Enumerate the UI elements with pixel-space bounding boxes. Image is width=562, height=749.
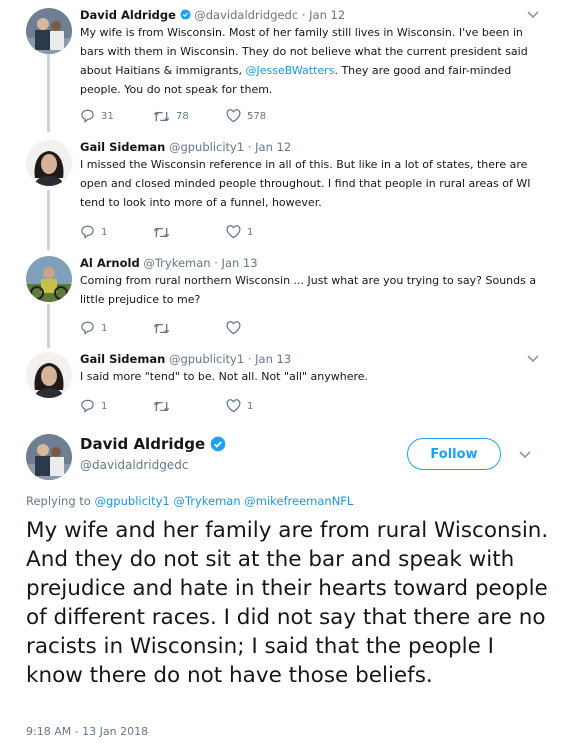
author-name[interactable]: David Aldridge: [80, 8, 176, 22]
author-name[interactable]: Al Arnold: [80, 256, 140, 270]
avatar[interactable]: [26, 434, 72, 480]
author-handle[interactable]: @gpublicity1: [169, 140, 244, 154]
reply-button[interactable]: 1: [80, 320, 107, 336]
reply-button[interactable]: 1: [80, 224, 107, 240]
tweet-date[interactable]: Jan 12: [255, 140, 291, 154]
like-button[interactable]: 578: [226, 108, 266, 124]
like-count: 1: [247, 400, 254, 412]
retweet-button[interactable]: [153, 224, 176, 240]
author-handle[interactable]: @Trykeman: [143, 256, 210, 270]
replying-to: Replying to @gpublicity1 @Trykeman @mike…: [26, 494, 354, 508]
retweet-count: 78: [176, 110, 189, 122]
tweet-header: Al Arnold @Trykeman · Jan 13: [80, 256, 258, 270]
author-handle[interactable]: @davidaldridgedc: [80, 458, 188, 472]
tweet-text: I said more "tend" to be. Not all. Not "…: [80, 370, 369, 383]
like-button[interactable]: 1: [226, 224, 253, 240]
reply-icon: [81, 399, 94, 413]
retweet-button[interactable]: [153, 398, 176, 414]
reply-button[interactable]: 31: [80, 108, 114, 124]
chevron-down-icon[interactable]: [526, 354, 540, 364]
author-name[interactable]: Gail Sideman: [80, 352, 165, 366]
chevron-down-icon[interactable]: [518, 450, 532, 460]
tweet-date[interactable]: Jan 12: [309, 8, 345, 22]
avatar[interactable]: [26, 8, 72, 54]
tweet-date[interactable]: Jan 13: [255, 352, 291, 366]
tweet-text: My wife is from Wisconsin. Most of her f…: [80, 26, 528, 96]
verified-badge-icon: [180, 9, 191, 20]
author-handle[interactable]: @gpublicity1: [169, 352, 244, 366]
author-handle[interactable]: @davidaldridgedc: [194, 8, 298, 22]
like-button[interactable]: [226, 320, 247, 336]
tweet-header: Gail Sideman @gpublicity1 · Jan 13: [80, 352, 292, 366]
tweet-header: Gail Sideman @gpublicity1 · Jan 12: [80, 140, 292, 154]
heart-icon: [226, 321, 241, 335]
main-tweet-text: My wife and her family are from rural Wi…: [26, 518, 549, 688]
avatar[interactable]: [26, 140, 72, 186]
retweet-button[interactable]: [153, 320, 176, 336]
reply-button[interactable]: 1: [80, 398, 107, 414]
reply-count: 1: [101, 226, 108, 238]
reply-icon: [81, 321, 94, 335]
author-name-row[interactable]: David Aldridge: [80, 435, 226, 453]
retweet-icon: [153, 227, 170, 237]
retweet-icon: [153, 111, 170, 121]
retweet-icon: [153, 323, 170, 333]
reply-icon: [81, 225, 94, 239]
retweet-icon: [153, 401, 170, 411]
tweet-david-aldridge-1[interactable]: David Aldridge @davidaldridgedc · Jan 12…: [0, 8, 562, 123]
reply-icon: [81, 109, 94, 123]
author-name[interactable]: David Aldridge: [80, 435, 205, 453]
mention-link[interactable]: @JesseBWatters: [245, 64, 334, 77]
verified-badge-icon: [210, 436, 226, 452]
chevron-down-icon[interactable]: [526, 10, 540, 20]
tweet-gail-sideman-1[interactable]: Gail Sideman @gpublicity1 · Jan 12 I mis…: [0, 140, 562, 240]
reply-count: 1: [101, 322, 108, 334]
tweet-text: Coming from rural northern Wisconsin ...…: [80, 274, 537, 306]
tweet-al-arnold[interactable]: Al Arnold @Trykeman · Jan 13 Coming from…: [0, 256, 562, 336]
reply-count: 1: [101, 400, 108, 412]
replying-to-mentions[interactable]: @gpublicity1 @Trykeman @mikefreemanNFL: [95, 494, 354, 508]
heart-icon: [226, 225, 241, 239]
tweet-date[interactable]: Jan 13: [222, 256, 258, 270]
avatar[interactable]: [26, 256, 72, 302]
avatar[interactable]: [26, 352, 72, 398]
author-name[interactable]: Gail Sideman: [80, 140, 165, 154]
like-count: 578: [247, 110, 267, 122]
heart-icon: [226, 399, 241, 413]
heart-icon: [226, 109, 241, 123]
tweet-timestamp[interactable]: 9:18 AM - 13 Jan 2018: [26, 725, 148, 738]
tweet-header: David Aldridge @davidaldridgedc · Jan 12: [80, 8, 346, 22]
retweet-button[interactable]: 78: [153, 108, 189, 124]
reply-count: 31: [101, 110, 114, 122]
like-count: 1: [247, 226, 254, 238]
tweet-gail-sideman-2[interactable]: Gail Sideman @gpublicity1 · Jan 13 I sai…: [0, 352, 562, 416]
like-button[interactable]: 1: [226, 398, 253, 414]
tweet-text: I missed the Wisconsin reference in all …: [80, 158, 531, 209]
follow-button[interactable]: Follow: [407, 438, 501, 470]
